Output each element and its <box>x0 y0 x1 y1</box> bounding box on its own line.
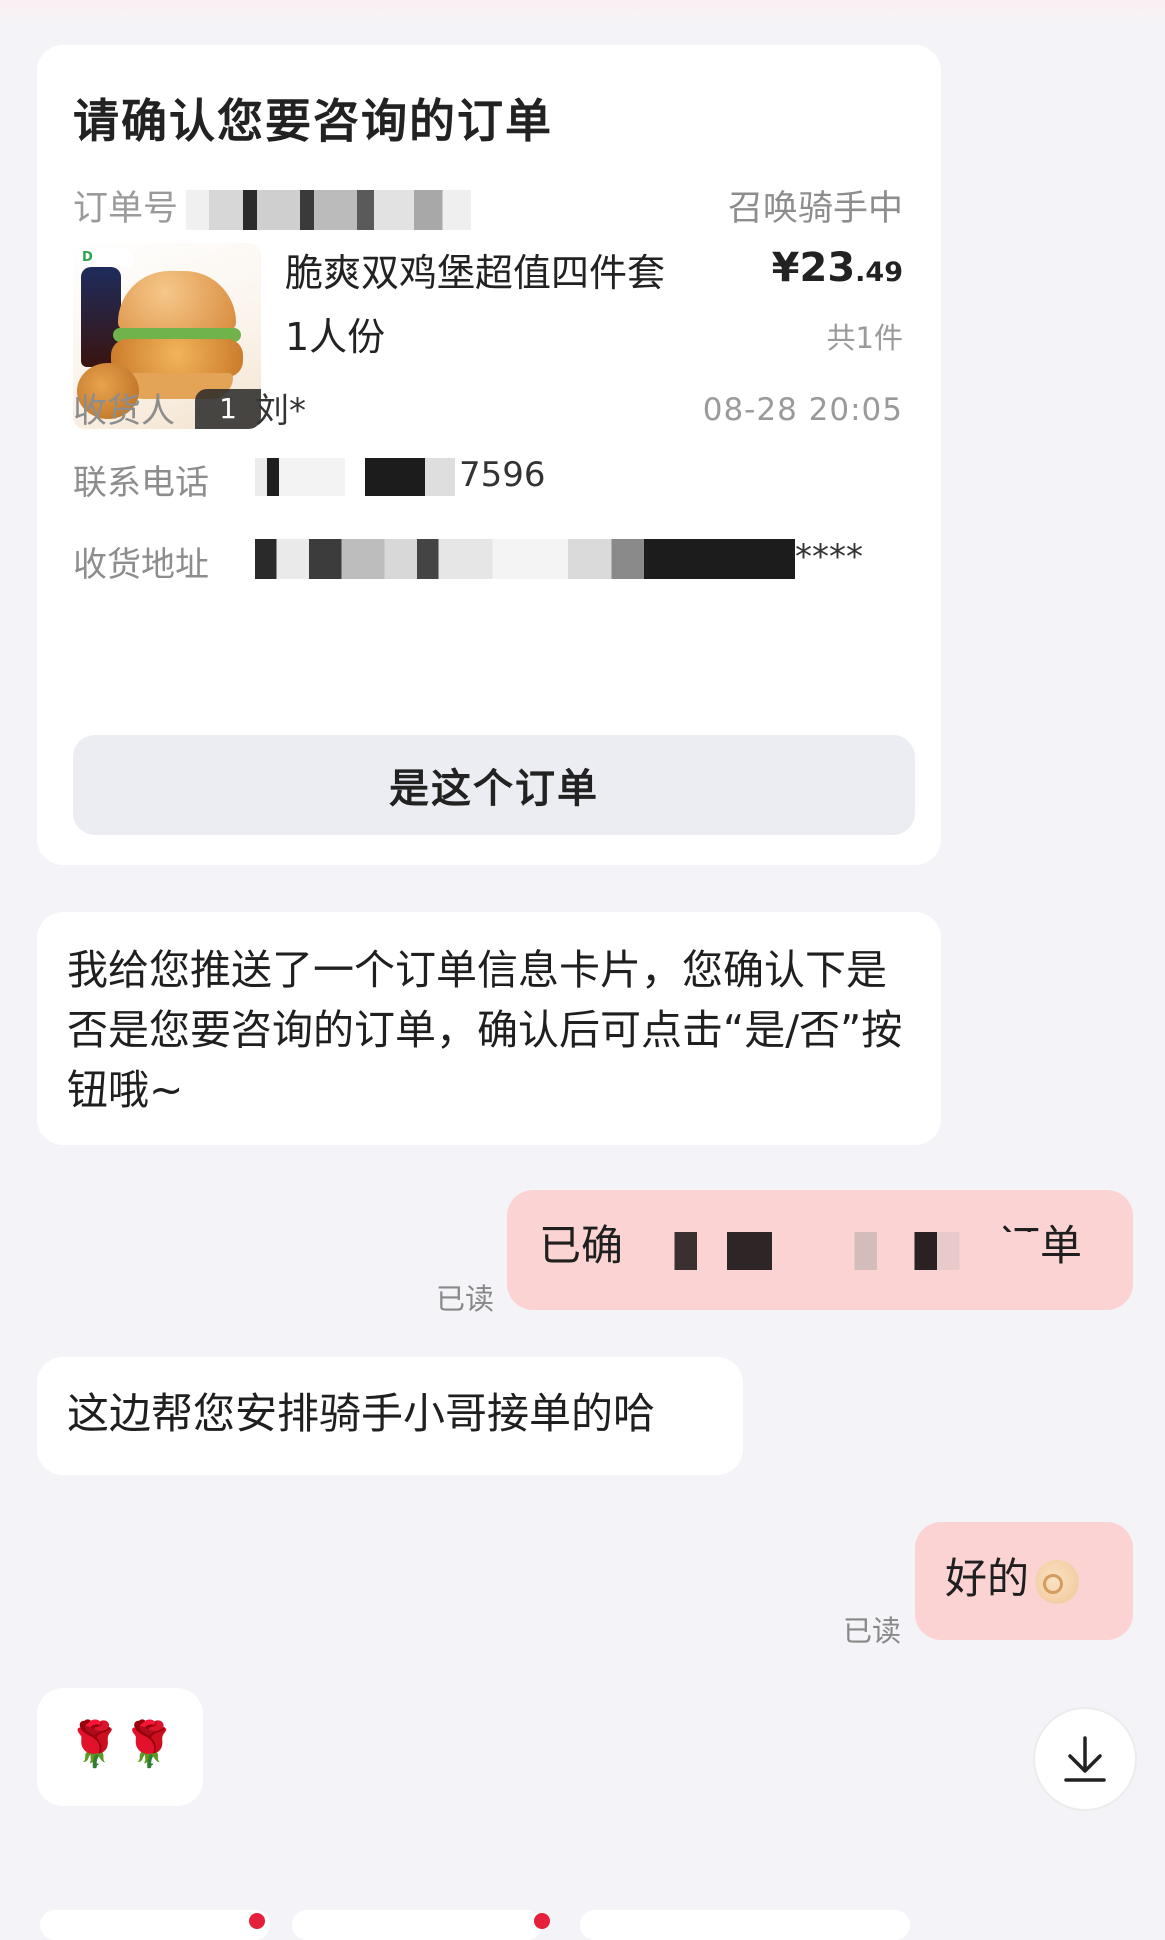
quick-reply-chip[interactable] <box>292 1910 542 1940</box>
quick-reply-chip[interactable] <box>40 1910 270 1940</box>
order-number-label: 订单号 <box>73 189 179 229</box>
address-visible-stars: **** <box>795 537 863 577</box>
address-label: 收货地址 <box>73 545 209 585</box>
message-word: 好的 <box>945 1554 1030 1603</box>
address-value: **** <box>255 537 863 579</box>
recipient-label: 收货人 <box>73 391 175 431</box>
message-bubble-agent[interactable]: 我给您推送了一个订单信息卡片，您确认下是否是您要咨询的订单，确认后可点击“是/否… <box>37 912 941 1145</box>
phone-visible-digits: 7596 <box>459 455 546 495</box>
read-status: 已读 <box>843 1614 902 1648</box>
confirm-order-button[interactable]: 是这个订单 <box>73 735 915 835</box>
top-fade <box>0 0 1165 28</box>
quantity-badge: 1 <box>195 389 261 429</box>
order-status: 召唤骑手中 <box>727 189 903 229</box>
order-number-redacted <box>186 190 472 230</box>
message-bubble-user[interactable]: 好的 <box>915 1522 1133 1640</box>
product-quantity: 共1件 <box>826 321 903 355</box>
order-number: 订单号 <box>73 180 472 231</box>
burger-bun-graphic <box>118 271 236 331</box>
address-redacted <box>255 538 795 579</box>
currency-symbol: ¥ <box>771 245 800 291</box>
read-status: 已读 <box>436 1282 495 1316</box>
message-bubble-agent[interactable]: 🌹🌹 <box>37 1688 203 1806</box>
quick-reply-chip[interactable] <box>580 1910 910 1940</box>
order-card: 请确认您要咨询的订单 订单号 召唤骑手中 D 1 脆爽双鸡堡超值四件套 1人份 … <box>37 45 941 865</box>
recipient-value: 刘* <box>255 391 306 431</box>
card-title: 请确认您要咨询的订单 <box>73 94 553 148</box>
message-bubble-user[interactable]: 已确订单 <box>507 1190 1133 1310</box>
phone-value: 7596 <box>255 455 546 496</box>
order-time: 08-28 20:05 <box>702 392 903 428</box>
product-price: ¥23.49 <box>772 245 903 291</box>
product-name[interactable]: 脆爽双鸡堡超值四件套 1人份 <box>285 241 685 369</box>
rose-emoji-text: 🌹🌹 <box>67 1719 177 1770</box>
price-main: 23 <box>799 245 856 291</box>
message-redacted <box>667 1232 1042 1270</box>
phone-redacted <box>255 457 455 496</box>
message-text: 好的 <box>945 1548 1080 1610</box>
download-arrow-icon <box>1064 1736 1106 1782</box>
notification-dot <box>534 1913 550 1929</box>
message-text: 我给您推送了一个订单信息卡片，您确认下是否是您要咨询的订单，确认后可点击“是/否… <box>67 946 903 1114</box>
message-bubble-agent[interactable]: 这边帮您安排骑手小哥接单的哈 <box>37 1357 743 1475</box>
price-decimal: .49 <box>855 257 903 288</box>
notification-dot <box>249 1913 265 1929</box>
scroll-to-bottom-button[interactable] <box>1033 1707 1137 1811</box>
message-prefix: 已确 <box>539 1221 624 1270</box>
phone-label: 联系电话 <box>73 463 209 503</box>
brand-logo: D <box>79 249 132 267</box>
message-text: 这边帮您安排骑手小哥接单的哈 <box>67 1389 656 1438</box>
ok-hand-icon <box>1035 1559 1080 1604</box>
